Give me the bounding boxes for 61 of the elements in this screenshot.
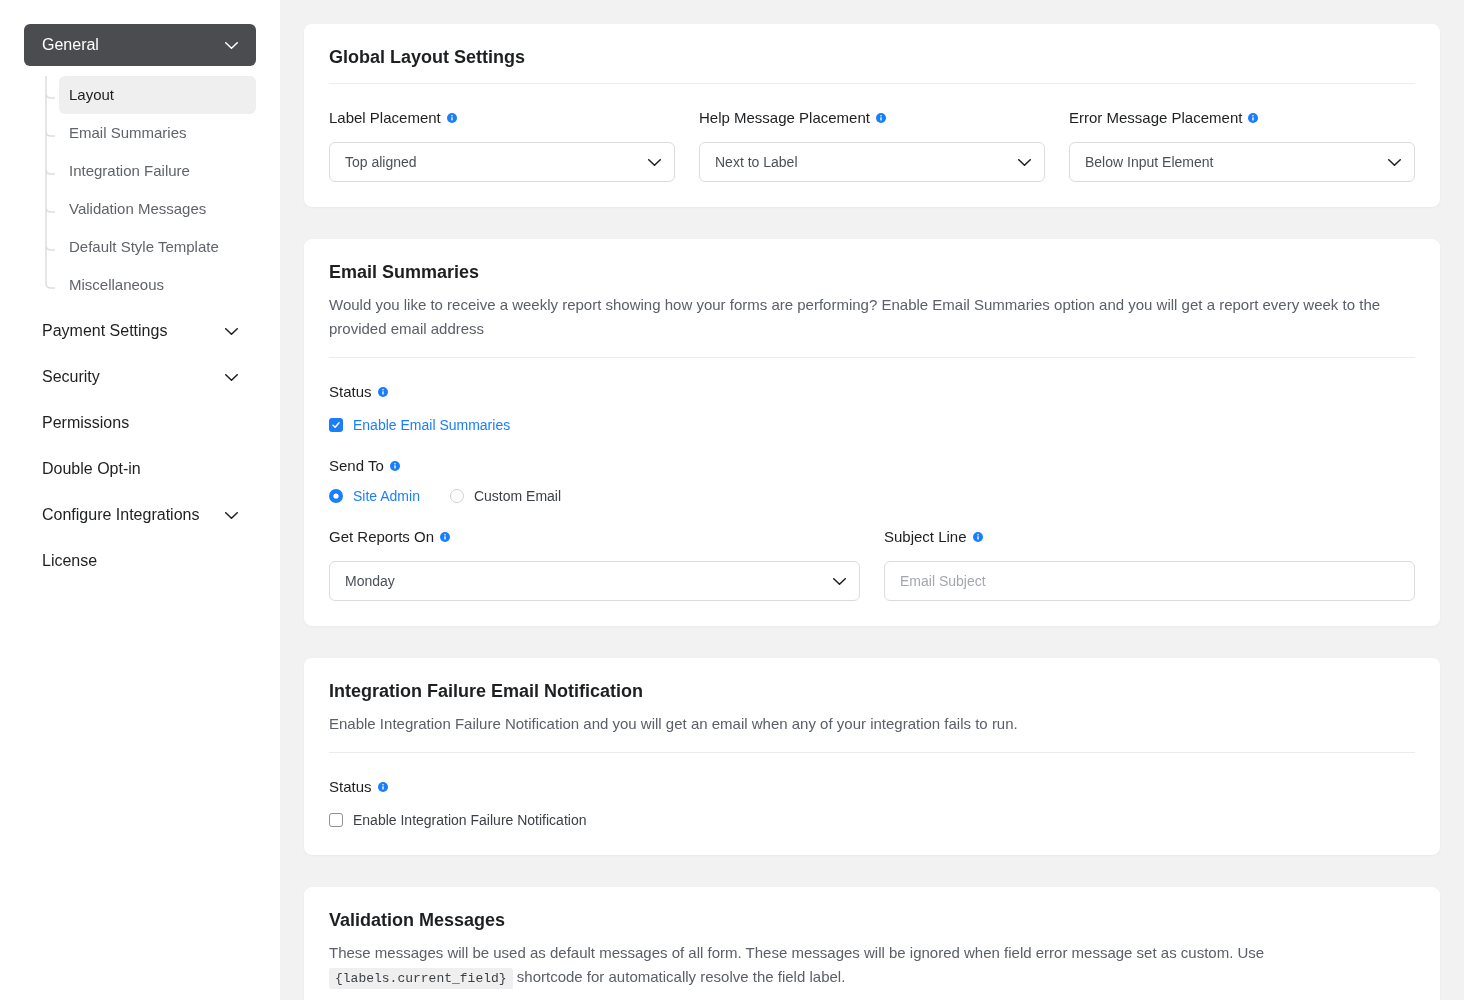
card-title: Email Summaries <box>329 261 481 283</box>
chevron-down-icon <box>225 41 238 49</box>
nav-item[interactable]: License <box>24 540 256 582</box>
input-field[interactable]: Email Subject <box>884 561 1415 601</box>
field-label: Status <box>329 382 372 402</box>
radio-label[interactable]: Custom Email <box>473 486 562 506</box>
dropdown[interactable]: Next to Label <box>699 142 1045 182</box>
checkbox-label[interactable]: Enable Integration Failure Notification <box>353 810 587 830</box>
field-label: Status <box>329 777 372 797</box>
dropdown[interactable]: Below Input Element <box>1069 142 1415 182</box>
chevron-down-icon <box>225 327 238 335</box>
tree-branch-icon <box>45 152 55 190</box>
checkbox-label[interactable]: Enable Email Summaries <box>353 415 511 435</box>
card-description: These messages will be used as default messages of all form. These messages will be ignored when field error message set as custom. Use {labels.current_field} shortcode for automatically resolve the field label. <box>329 941 1415 991</box>
field-label: Error Message Placement <box>1069 108 1243 128</box>
nav-subitem[interactable]: Default Style Template <box>59 228 256 266</box>
field-label: Subject Line <box>884 527 967 547</box>
nav-item[interactable]: Permissions <box>24 402 256 444</box>
nav-group-button[interactable]: Security <box>24 356 256 398</box>
tree-branch-icon <box>45 76 55 114</box>
nav-group-button[interactable]: Payment Settings <box>24 310 256 352</box>
field-label: Send To <box>329 456 384 476</box>
nav-subitem[interactable]: Email Summaries <box>59 114 256 152</box>
chevron-down-icon <box>225 511 238 519</box>
card-description: Enable Integration Failure Notification and you will get an email when any of your integration fails to run. <box>329 714 1019 734</box>
nav-group-button[interactable]: General <box>24 24 256 66</box>
nav-subitem[interactable]: Miscellaneous <box>59 266 256 304</box>
tree-branch-icon <box>45 190 55 228</box>
field-label: Label Placement <box>329 108 441 128</box>
nav-item[interactable]: Double Opt-in <box>24 448 256 490</box>
tree-branch-icon <box>45 114 55 152</box>
info-icon <box>377 782 388 792</box>
chevron-down-icon <box>833 577 846 585</box>
info-icon <box>389 461 400 471</box>
dropdown[interactable]: Monday <box>329 561 860 601</box>
nav-subitem[interactable]: Validation Messages <box>59 190 256 228</box>
chevron-down-icon <box>1018 158 1031 166</box>
card-title: Integration Failure Email Notification <box>329 680 645 702</box>
info-icon <box>446 113 457 123</box>
info-icon <box>440 532 451 542</box>
field-label: Help Message Placement <box>699 108 870 128</box>
card-title: Validation Messages <box>329 909 507 931</box>
chevron-down-icon <box>1388 158 1401 166</box>
info-icon <box>1248 113 1259 123</box>
nav-subitem[interactable]: Integration Failure <box>59 152 256 190</box>
nav-group-button[interactable]: Configure Integrations <box>24 494 256 536</box>
nav-subitem[interactable]: Layout <box>59 76 256 114</box>
chevron-down-icon <box>648 158 661 166</box>
field-label: Get Reports On <box>329 527 435 547</box>
checkbox[interactable] <box>329 813 343 827</box>
radio-button[interactable] <box>449 489 464 503</box>
chevron-down-icon <box>225 373 238 381</box>
card-title: Global Layout Settings <box>329 46 526 68</box>
radio-button[interactable] <box>329 489 343 503</box>
info-icon <box>972 532 983 542</box>
info-icon <box>875 113 886 123</box>
dropdown[interactable]: Top aligned <box>329 142 675 182</box>
radio-label[interactable]: Site Admin <box>353 486 420 506</box>
info-icon <box>377 387 388 397</box>
card-description: Would you like to receive a weekly report showing how your forms are performing? Enable Email Summaries option and you will get a report every week to the provided email address <box>329 295 1382 339</box>
checkbox[interactable] <box>329 418 343 432</box>
